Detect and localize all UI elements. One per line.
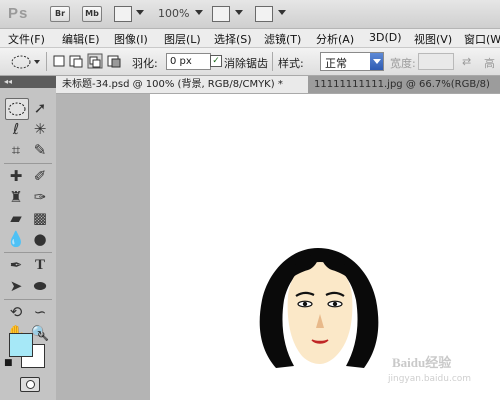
menu-3d[interactable]: 3D(D)	[369, 31, 402, 44]
3d-orbit-icon[interactable]: ∽	[29, 302, 51, 322]
menu-layer[interactable]: 图层(L)	[164, 31, 201, 47]
options-bar: 羽化: 0 px ✓ 消除锯齿 样式: 正常 宽度: ⇄ 高	[0, 48, 500, 76]
lasso-tool-icon[interactable]: ℓ	[5, 119, 27, 139]
type-tool-icon[interactable]: T	[29, 255, 51, 275]
face-illustration	[259, 248, 379, 368]
gradient-tool-icon[interactable]: ▩	[29, 208, 51, 228]
style-select[interactable]: 正常	[320, 52, 384, 71]
antialias-label: 消除锯齿	[224, 57, 268, 70]
move-tool-icon[interactable]: ➚	[29, 98, 51, 118]
ellipse-shape-icon[interactable]: ⬬	[29, 276, 51, 296]
eyedropper-icon[interactable]: ✎	[29, 140, 51, 160]
clone-stamp-icon[interactable]: ♜	[5, 187, 27, 207]
elliptical-marquee-tool-icon[interactable]	[5, 98, 29, 120]
launch-bridge-button[interactable]: Br	[50, 6, 70, 22]
screen-mode-icon[interactable]	[255, 6, 273, 22]
pen-tool-icon[interactable]: ✒	[5, 255, 27, 275]
foreground-color-swatch[interactable]	[9, 333, 33, 357]
menu-filter[interactable]: 滤镜(T)	[264, 31, 301, 47]
style-select-value: 正常	[325, 57, 347, 70]
zoom-level[interactable]: 100%	[158, 7, 189, 20]
magic-wand-icon[interactable]: ✳	[29, 119, 51, 139]
swap-icon: ⇄	[462, 55, 472, 68]
divider	[4, 163, 52, 164]
menu-view[interactable]: 视图(V)	[414, 31, 452, 47]
marquee-preset-icon[interactable]	[8, 52, 42, 72]
dodge-tool-icon[interactable]: ●	[29, 229, 51, 249]
width-input	[418, 53, 454, 70]
width-label: 宽度:	[390, 57, 416, 70]
history-brush-icon[interactable]: ✑	[29, 187, 51, 207]
menu-bar: 文件(F) 编辑(E) 图像(I) 图层(L) 选择(S) 滤镜(T) 分析(A…	[0, 29, 500, 48]
menu-image[interactable]: 图像(I)	[114, 31, 148, 47]
antialias-checkbox[interactable]: ✓	[210, 55, 222, 67]
brush-tool-icon[interactable]: ✐	[29, 166, 51, 186]
watermark-url: jingyan.baidu.com	[388, 374, 472, 384]
selection-mode-icons[interactable]	[52, 53, 124, 69]
menu-edit[interactable]: 编辑(E)	[62, 31, 100, 47]
healing-brush-icon[interactable]: ✚	[5, 166, 27, 186]
mini-bridge-button[interactable]: Mb	[82, 6, 102, 22]
3d-rotate-icon[interactable]: ⟲	[5, 302, 27, 322]
chevron-down-icon[interactable]	[235, 10, 243, 15]
swap-colors-icon[interactable]: ↻	[37, 330, 45, 341]
chevron-down-icon[interactable]	[370, 53, 383, 70]
height-label: 高	[484, 57, 495, 70]
ps-logo: Ps	[8, 5, 29, 22]
blur-tool-icon[interactable]: 💧	[5, 229, 27, 249]
menu-window[interactable]: 窗口(W)	[464, 31, 500, 47]
chevron-down-icon[interactable]	[278, 10, 286, 15]
tools-panel-header[interactable]: ◂◂	[0, 76, 56, 88]
divider	[272, 52, 273, 71]
menu-file[interactable]: 文件(F)	[8, 31, 45, 47]
tab-document-2[interactable]: 11111111111.jpg @ 66.7%(RGB/8)	[308, 76, 500, 93]
arrange-documents-icon[interactable]	[212, 6, 230, 22]
collapse-icon[interactable]: ◂◂	[4, 76, 12, 88]
feather-label: 羽化:	[132, 57, 158, 70]
style-label: 样式:	[278, 57, 304, 70]
menu-analysis[interactable]: 分析(A)	[316, 31, 354, 47]
quick-mask-button[interactable]	[20, 377, 40, 392]
divider	[4, 252, 52, 253]
divider	[4, 299, 52, 300]
default-colors-icon[interactable]: ■	[4, 358, 13, 368]
document-tabs: 未标题-34.psd @ 100% (背景, RGB/8/CMYK) * 111…	[56, 76, 500, 94]
menu-select[interactable]: 选择(S)	[214, 31, 252, 47]
watermark-logo: Baidu经验	[392, 355, 452, 370]
chevron-down-icon[interactable]	[136, 10, 144, 15]
feather-input[interactable]: 0 px	[166, 53, 211, 70]
divider	[46, 52, 47, 71]
tab-document-1[interactable]: 未标题-34.psd @ 100% (背景, RGB/8/CMYK) *	[56, 76, 313, 93]
application-bar: Ps Br Mb 100%	[0, 0, 500, 29]
path-selection-icon[interactable]: ➤	[5, 276, 27, 296]
eraser-icon[interactable]: ▰	[5, 208, 27, 228]
chevron-down-icon[interactable]	[195, 10, 203, 15]
crop-tool-icon[interactable]: ⌗	[5, 140, 27, 160]
view-extras-icon[interactable]	[114, 6, 132, 22]
